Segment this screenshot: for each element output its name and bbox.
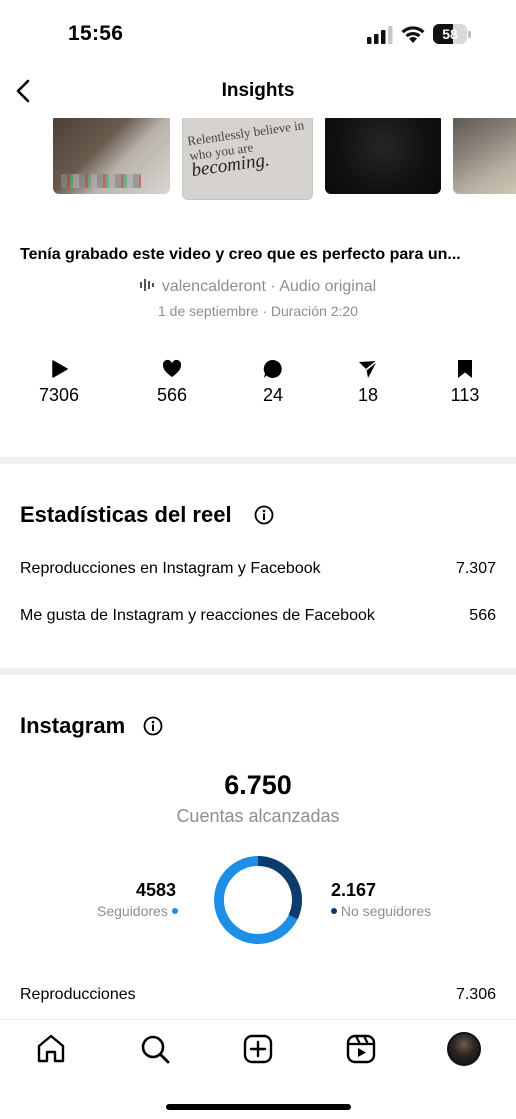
accounts-reached-label: Cuentas alcanzadas xyxy=(176,806,340,826)
heart-icon xyxy=(162,359,182,377)
stat-label: Reproducciones xyxy=(20,986,136,1003)
status-time: 15:56 xyxy=(68,22,124,45)
reel-thumbnail[interactable] xyxy=(453,118,516,194)
section-divider xyxy=(0,457,516,464)
audio-wave-icon xyxy=(139,279,154,291)
metric-value: 7306 xyxy=(38,385,80,405)
metric-value: 113 xyxy=(450,385,480,405)
comments-metric: 24 xyxy=(233,358,313,406)
quote-text: Relentlessly believe in who you are becom… xyxy=(186,118,306,182)
info-icon[interactable] xyxy=(143,716,163,736)
saves-metric: 113 xyxy=(425,358,505,406)
instagram-title: Instagram xyxy=(20,713,126,738)
comment-icon xyxy=(263,359,282,378)
stat-value: 7.306 xyxy=(455,986,496,1003)
plays-metric: 7306 xyxy=(19,358,99,406)
followers-dot xyxy=(171,908,178,914)
reel-stats-title: Estadísticas del reel xyxy=(20,502,232,527)
status-bar: 15:56 58 xyxy=(0,0,516,66)
battery-indicator: 58 xyxy=(433,24,471,44)
reel-thumbnails: Relentlessly believe in who you are becom… xyxy=(0,118,516,206)
likes-metric: 566 xyxy=(132,358,212,406)
battery-level: 58 xyxy=(442,26,458,42)
bookmark-icon xyxy=(458,360,472,378)
reel-thumbnail-quote[interactable]: Relentlessly believe in who you are becom… xyxy=(182,118,313,200)
followers-value: 4583 xyxy=(136,880,177,900)
non-followers-value: 2.167 xyxy=(331,880,377,900)
wifi-icon xyxy=(401,26,425,43)
shares-metric: 18 xyxy=(328,358,408,406)
non-followers-label: No seguidores xyxy=(331,903,431,919)
page-title: Insights xyxy=(221,80,295,101)
metric-value: 18 xyxy=(357,385,379,405)
home-indicator xyxy=(166,1104,351,1110)
followers-donut-chart xyxy=(214,856,302,944)
metric-value: 24 xyxy=(262,385,284,405)
audio-row[interactable]: valencalderont · Audio original xyxy=(0,278,516,296)
reel-thumbnail[interactable] xyxy=(325,118,441,194)
play-icon xyxy=(52,360,68,378)
reel-thumbnail[interactable] xyxy=(53,118,170,194)
insights-header: Insights xyxy=(0,66,516,118)
share-icon xyxy=(359,360,378,378)
accounts-reached-value: 6.750 xyxy=(224,770,292,800)
reels-icon[interactable] xyxy=(344,1032,378,1066)
stat-value: 566 xyxy=(469,607,496,624)
non-followers-dot xyxy=(331,908,337,914)
search-icon[interactable] xyxy=(138,1032,172,1066)
profile-avatar[interactable] xyxy=(447,1032,481,1066)
stat-value: 7.307 xyxy=(455,560,496,577)
create-icon[interactable] xyxy=(241,1032,275,1066)
stat-label: Reproducciones en Instagram y Facebook xyxy=(20,560,321,577)
info-icon[interactable] xyxy=(254,505,274,525)
cellular-signal-icon xyxy=(367,26,393,44)
home-icon[interactable] xyxy=(34,1032,68,1066)
stat-label: Me gusta de Instagram y reacciones de Fa… xyxy=(20,607,375,624)
post-caption: Tenía grabado este video y creo que es p… xyxy=(20,246,461,263)
section-divider xyxy=(0,668,516,675)
post-meta: 1 de septiembre · Duración 2:20 xyxy=(158,303,358,319)
metric-value: 566 xyxy=(156,385,188,405)
audio-label: valencalderont · Audio original xyxy=(161,278,377,295)
followers-label: Seguidores xyxy=(97,903,178,919)
